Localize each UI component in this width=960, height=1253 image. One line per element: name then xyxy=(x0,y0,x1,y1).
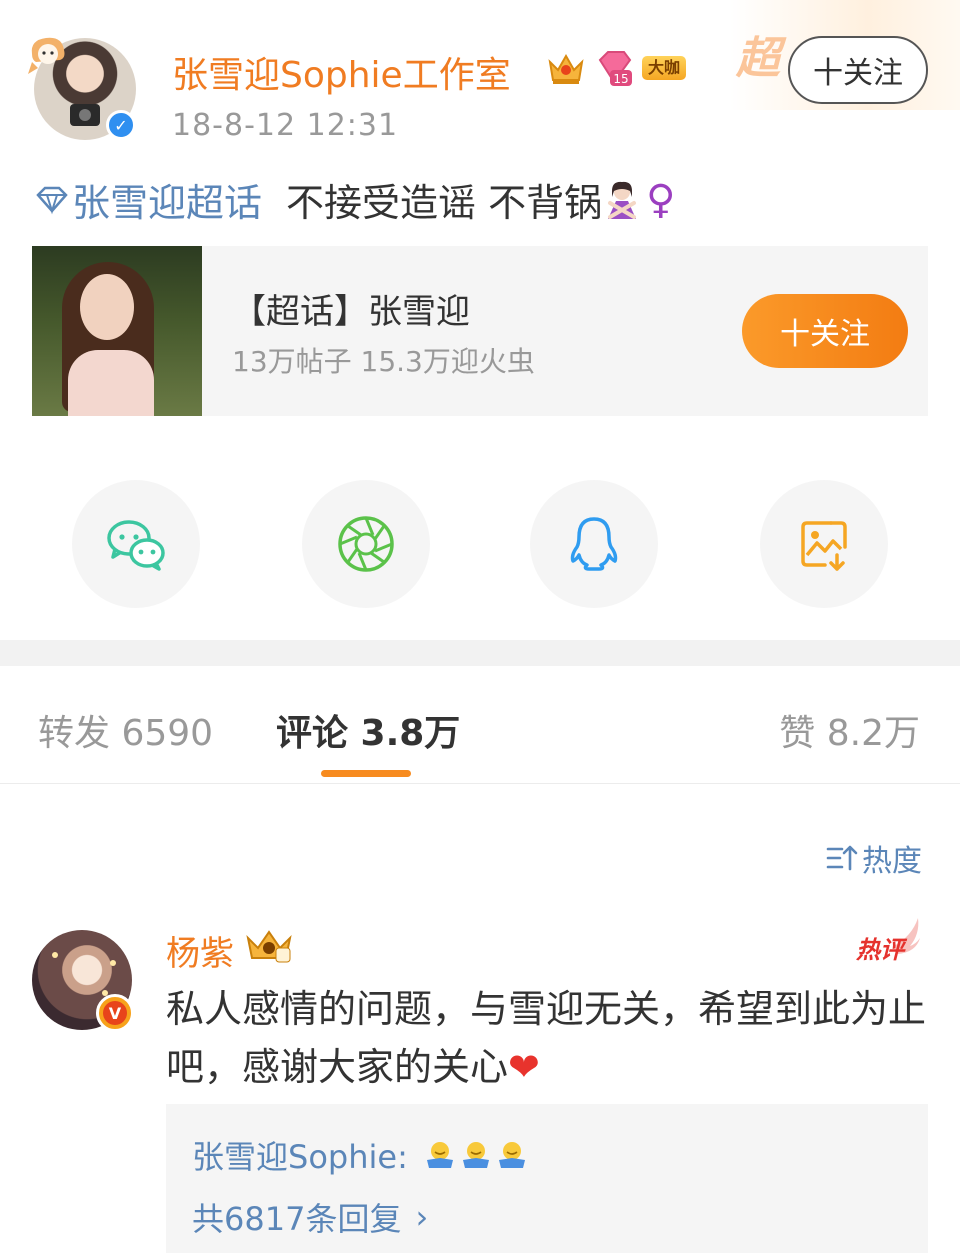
post-timestamp: 18-8-12 12:31 xyxy=(172,108,399,143)
reply-preview-box[interactable]: 张雪迎Sophie: 共6817条回复 › xyxy=(166,1104,928,1253)
author-badges: 15 大咖 xyxy=(546,48,687,88)
comment-body: 私人感情的问题，与雪迎无关，希望到此为止吧，感谢大家的关心 xyxy=(166,987,927,1089)
reply-author[interactable]: 张雪迎Sophie: xyxy=(192,1132,408,1178)
topic-thumbnail xyxy=(32,246,202,416)
post-body-text: 不接受造谣 不背锅 xyxy=(286,181,603,225)
interaction-tabs: 转发 6590 评论 3.8万 赞 8.2万 xyxy=(0,666,960,784)
sort-label: 热度 xyxy=(862,844,922,879)
share-moments-button[interactable] xyxy=(302,480,430,608)
woman-gesturing-no-icon xyxy=(608,181,637,219)
super-topic-link[interactable]: 张雪迎超话 xyxy=(34,172,262,227)
follow-button[interactable]: 十关注 xyxy=(788,36,928,104)
hot-comment-label: 热评 xyxy=(856,936,904,964)
hug-emoji-icon xyxy=(498,1142,525,1168)
view-all-replies-link[interactable]: 共6817条回复 › xyxy=(192,1194,428,1240)
hot-comment-tag: 热评 xyxy=(854,916,924,966)
tab-repost[interactable]: 转发 6590 xyxy=(38,704,213,756)
follow-button-label: 十关注 xyxy=(813,56,903,91)
topic-follow-button[interactable]: 十关注 xyxy=(742,294,908,368)
avatar-sparkle xyxy=(52,952,58,958)
hug-emoji-icon xyxy=(462,1142,489,1168)
tab-comments[interactable]: 评论 3.8万 xyxy=(276,704,460,756)
save-image-icon xyxy=(801,521,847,571)
super-label: 超 xyxy=(736,33,780,84)
share-wechat-button[interactable] xyxy=(72,480,200,608)
topic-title: 【超话】张雪迎 xyxy=(232,292,470,332)
post-header: 超 ✓ 张雪迎Sophie工作室 15 大咖 18-8-12 12:31 十关注 xyxy=(0,0,960,160)
super-topic-label: 张雪迎超话 xyxy=(72,181,263,225)
female-sign-icon: ♀ xyxy=(646,176,676,223)
sort-icon xyxy=(826,845,858,871)
daka-badge: 大咖 xyxy=(642,56,687,80)
commenter-verified-icon: V xyxy=(96,994,134,1032)
tab-likes[interactable]: 赞 8.2万 xyxy=(779,704,920,756)
author-name[interactable]: 张雪迎Sophie工作室 xyxy=(172,46,511,98)
super-topic-card[interactable]: 【超话】张雪迎 13万帖子 15.3万迎火虫 十关注 xyxy=(32,246,928,416)
topic-stats: 13万帖子 15.3万迎火虫 xyxy=(232,345,535,378)
camera-icon xyxy=(70,104,100,126)
verified-badge-icon: ✓ xyxy=(106,110,136,140)
avatar-decoration-icon xyxy=(28,37,65,74)
share-qq-button[interactable] xyxy=(530,480,658,608)
svg-text:15: 15 xyxy=(613,72,628,86)
comment-text: 私人感情的问题，与雪迎无关，希望到此为止吧，感谢大家的关心❤ xyxy=(166,980,936,1096)
save-image-button[interactable] xyxy=(760,480,888,608)
author-avatar[interactable]: ✓ xyxy=(28,34,140,144)
active-tab-indicator xyxy=(321,770,411,777)
chevron-right-icon: › xyxy=(415,1198,429,1236)
wechat-icon xyxy=(107,520,165,571)
sort-by-hotness-button[interactable]: 热度 xyxy=(826,836,922,880)
red-heart-icon: ❤ xyxy=(508,1045,540,1089)
thumbnail-face xyxy=(80,274,134,340)
level-gem-icon: 15 xyxy=(598,51,632,86)
hug-emoji-icon xyxy=(426,1142,453,1168)
commenter-crown-badge-icon xyxy=(246,930,292,963)
crown-badge-icon xyxy=(548,53,584,84)
reply-preview: 张雪迎Sophie: xyxy=(192,1132,528,1178)
qq-penguin-icon xyxy=(570,517,618,571)
topic-follow-label: 十关注 xyxy=(780,317,870,352)
avatar-sparkle xyxy=(110,960,116,966)
share-row xyxy=(0,480,960,610)
diamond-icon xyxy=(36,186,68,214)
post-content: 张雪迎超话 不接受造谣 不背锅 ♀ xyxy=(34,172,675,227)
moments-aperture-icon xyxy=(338,516,394,572)
section-divider xyxy=(0,640,960,666)
commenter-name[interactable]: 杨紫 xyxy=(166,926,234,975)
reply-count-label: 共6817条回复 xyxy=(192,1200,402,1238)
thumbnail-dress xyxy=(68,350,154,416)
